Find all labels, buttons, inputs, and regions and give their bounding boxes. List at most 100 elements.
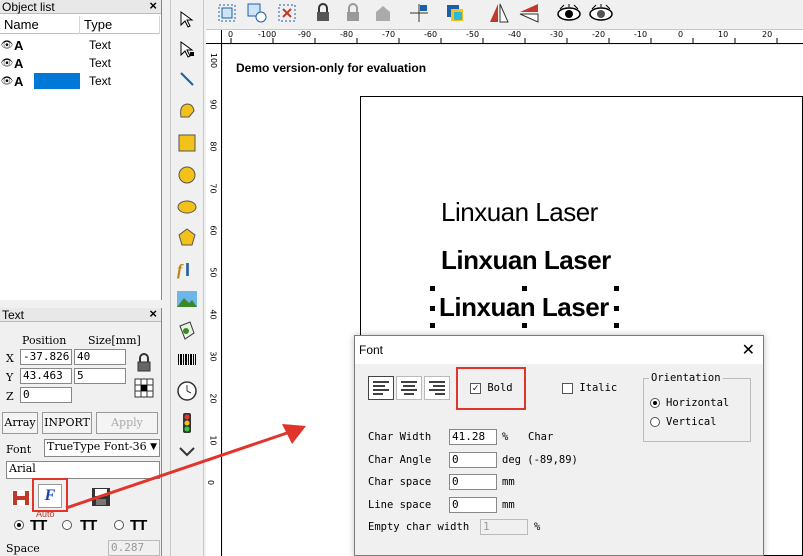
curve-tool-icon[interactable] xyxy=(173,98,201,124)
clock-tool-icon[interactable] xyxy=(173,378,201,404)
y-label: Y xyxy=(6,371,14,384)
empty-char-width-field[interactable]: 1 xyxy=(480,519,528,535)
polygon-tool-icon[interactable] xyxy=(173,224,201,250)
ruler-label: 50 xyxy=(208,267,218,278)
z-position-field[interactable]: 0 xyxy=(20,387,72,403)
bold-label: Bold xyxy=(487,382,513,394)
preview-icon[interactable] xyxy=(556,0,582,26)
vertical-radio[interactable] xyxy=(650,417,660,427)
object-list-close-icon[interactable]: × xyxy=(149,0,157,13)
ruler-label: 70 xyxy=(208,183,218,194)
align-origin-icon[interactable] xyxy=(406,0,432,26)
x-position-field[interactable]: -37.826 xyxy=(20,349,72,365)
text-object-icon: A xyxy=(14,55,24,71)
preview-all-icon[interactable] xyxy=(588,0,614,26)
eye-icon[interactable]: 👁 xyxy=(0,40,14,51)
align-center-icon[interactable] xyxy=(396,376,422,400)
ruler-label: 80 xyxy=(208,141,218,152)
eye-icon[interactable]: 👁 xyxy=(0,76,14,87)
selection-handle[interactable] xyxy=(614,286,619,291)
selection-handle[interactable] xyxy=(430,286,435,291)
laser-text-line[interactable]: Linxuan Laser xyxy=(441,197,598,228)
object-list-header: Name Type xyxy=(0,16,160,34)
anchor-point-icon[interactable] xyxy=(134,378,154,398)
empty-char-width-unit: % xyxy=(534,521,541,533)
align-left-icon[interactable] xyxy=(368,376,394,400)
char-angle-unit: deg (-89,89) xyxy=(502,454,578,466)
selection-handle[interactable] xyxy=(522,286,527,291)
svg-text:I: I xyxy=(185,260,190,279)
orientation-label: Orientation xyxy=(649,372,723,384)
line-tool-icon[interactable] xyxy=(173,66,201,92)
combine-icon[interactable] xyxy=(274,0,300,26)
unlock-all-icon[interactable] xyxy=(370,0,396,26)
selection-handle[interactable] xyxy=(430,306,435,311)
text-object-icon: A xyxy=(14,37,24,53)
space-field[interactable]: 0.287 xyxy=(108,540,160,556)
italic-checkbox[interactable]: Italic xyxy=(562,382,617,394)
lock-ratio-icon[interactable] xyxy=(134,353,154,373)
ungroup-icon[interactable] xyxy=(244,0,270,26)
char-angle-field[interactable]: 0 xyxy=(449,452,497,468)
laser-text-line-selected[interactable]: Linxuan Laser xyxy=(439,292,609,323)
group-icon[interactable] xyxy=(214,0,240,26)
ellipse-tool-icon[interactable] xyxy=(173,194,201,220)
y-position-field[interactable]: 43.463 xyxy=(20,368,72,384)
height-field[interactable]: 5 xyxy=(74,368,126,384)
selection-handle[interactable] xyxy=(614,323,619,328)
orientation-group xyxy=(643,378,751,442)
width-field[interactable]: 40 xyxy=(74,349,126,365)
array-button[interactable]: Array xyxy=(2,412,38,434)
horizontal-ruler: 0 -100 -90 -80 -70 -60 -50 -40 -30 -20 -… xyxy=(222,30,803,44)
line-space-field[interactable]: 0 xyxy=(449,497,497,513)
select-tool-icon[interactable] xyxy=(173,6,201,32)
vector-file-tool-icon[interactable] xyxy=(173,318,201,344)
close-icon[interactable]: ✕ xyxy=(742,340,755,360)
italic-check-icon[interactable] xyxy=(562,382,573,394)
char-width-field[interactable]: 41.28 xyxy=(449,429,497,445)
list-item[interactable]: 👁 A Text xyxy=(0,54,160,72)
annotation-arrow xyxy=(65,424,306,510)
horizontal-radio[interactable] xyxy=(650,398,660,408)
mirror-vertical-icon[interactable] xyxy=(516,0,542,26)
x-label: X xyxy=(6,352,14,365)
char-space-field[interactable]: 0 xyxy=(449,474,497,490)
text-panel-close-icon[interactable]: × xyxy=(149,306,157,321)
line-space-unit: mm xyxy=(502,499,515,511)
bitmap-tool-icon[interactable] xyxy=(173,286,201,312)
align-right-icon[interactable] xyxy=(424,376,450,400)
z-label: Z xyxy=(6,390,14,403)
empty-char-width-label: Empty char width xyxy=(368,521,470,533)
spacing-mode-radio-auto[interactable] xyxy=(14,520,24,530)
text-tool-icon[interactable]: fI xyxy=(173,256,201,282)
column-name[interactable]: Name xyxy=(0,16,80,34)
layer-color-icon[interactable] xyxy=(442,0,468,26)
char-width-label: Char Width xyxy=(368,431,432,443)
selection-handle[interactable] xyxy=(614,306,619,311)
eye-icon[interactable]: 👁 xyxy=(0,58,14,69)
selected-name-cell[interactable] xyxy=(34,73,80,89)
selection-handle[interactable] xyxy=(430,323,435,328)
mirror-horizontal-icon[interactable] xyxy=(486,0,512,26)
rectangle-tool-icon[interactable] xyxy=(173,130,201,156)
bold-checkbox[interactable]: ✓ Bold xyxy=(470,382,513,394)
barcode-hatch-icon[interactable] xyxy=(10,487,32,509)
barcode-tool-icon[interactable] xyxy=(173,348,201,374)
column-type[interactable]: Type xyxy=(80,16,160,34)
lock-icon[interactable] xyxy=(310,0,336,26)
space-label: Space xyxy=(6,542,40,555)
node-edit-tool-icon[interactable] xyxy=(173,36,201,62)
bold-check-icon[interactable]: ✓ xyxy=(470,382,481,394)
list-item-type: Text xyxy=(89,56,112,70)
ruler-corner xyxy=(206,30,222,44)
spacing-mode-radio-center[interactable] xyxy=(114,520,124,530)
list-item[interactable]: 👁 A Text xyxy=(0,72,160,90)
laser-text-line[interactable]: Linxuan Laser xyxy=(441,245,611,276)
char-angle-label: Char Angle xyxy=(368,454,432,466)
position-label: Position xyxy=(22,334,67,347)
spacing-mode-radio-fixed[interactable] xyxy=(62,520,72,530)
selection-handle[interactable] xyxy=(522,323,527,328)
circle-tool-icon[interactable] xyxy=(173,162,201,188)
unlock-icon[interactable] xyxy=(340,0,366,26)
list-item[interactable]: 👁 A Text xyxy=(0,36,160,54)
